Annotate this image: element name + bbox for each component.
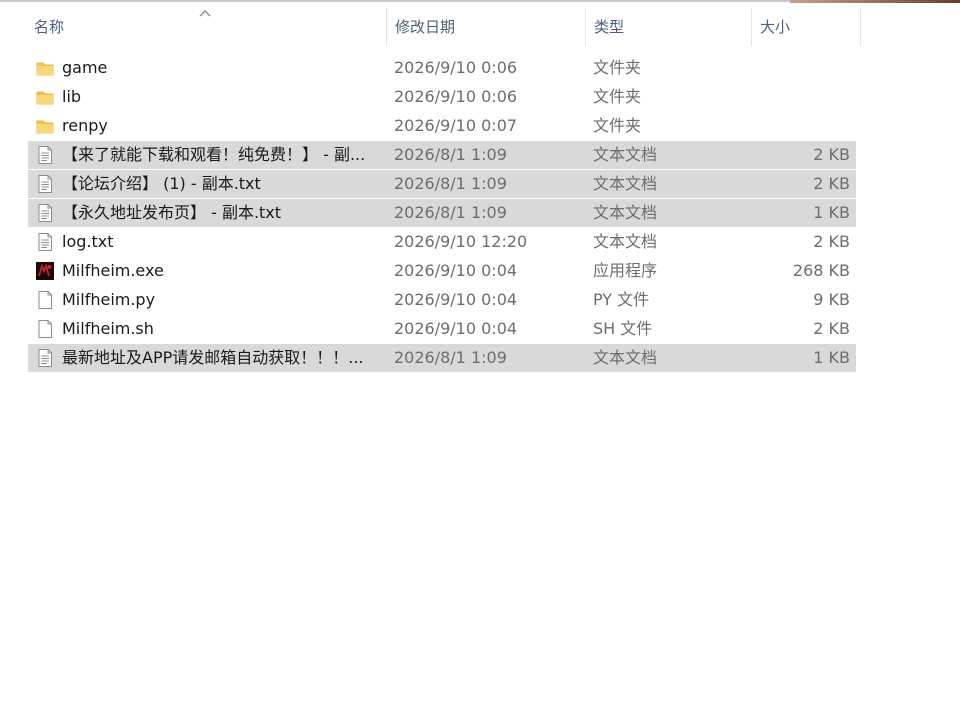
file-explorer-window: 名称 修改日期 类型 大小 game 2026/9/10 0:06 文件夹 lib 20…: [0, 0, 960, 712]
folder-icon: [35, 58, 55, 78]
column-header-date[interactable]: 修改日期: [386, 8, 584, 46]
file-row[interactable]: 【来了就能下载和观看！纯免费！】 - 副... 2026/8/1 1:09 文本文档…: [28, 141, 856, 169]
app-icon: [35, 261, 55, 281]
file-size: 268 KB: [792, 261, 850, 280]
text-file-icon: [35, 145, 55, 165]
file-type: 应用程序: [593, 261, 658, 280]
file-size: 2 KB: [813, 145, 850, 164]
folder-icon: [35, 87, 55, 107]
file-type: 文件夹: [593, 58, 642, 77]
file-name: 【论坛介绍】 (1) - 副本.txt: [62, 174, 261, 193]
file-row[interactable]: Milfheim.py 2026/9/10 0:04 PY 文件 9 KB: [28, 286, 856, 314]
file-type: 文件夹: [593, 116, 642, 135]
file-name: 最新地址及APP请发邮箱自动获取！！！...: [62, 348, 364, 367]
file-type: 文本文档: [593, 232, 658, 251]
folder-icon: [35, 116, 55, 136]
column-header-size[interactable]: 大小: [751, 8, 861, 46]
file-date: 2026/8/1 1:09: [394, 348, 507, 367]
file-type: 文本文档: [593, 348, 658, 367]
file-date: 2026/9/10 0:04: [394, 261, 518, 280]
file-row[interactable]: 最新地址及APP请发邮箱自动获取！！！... 2026/8/1 1:09 文本文档 1…: [28, 344, 856, 372]
file-date: 2026/9/10 0:07: [394, 116, 518, 135]
file-size: 1 KB: [813, 348, 850, 367]
file-type: 文件夹: [593, 87, 642, 106]
file-name: Milfheim.sh: [62, 319, 154, 338]
file-name: 【永久地址发布页】 - 副本.txt: [62, 203, 282, 222]
column-header-name[interactable]: 名称: [26, 8, 384, 46]
file-row[interactable]: 【论坛介绍】 (1) - 副本.txt 2026/8/1 1:09 文本文档 2 KB: [28, 170, 856, 198]
file-date: 2026/8/1 1:09: [394, 203, 507, 222]
file-row[interactable]: game 2026/9/10 0:06 文件夹: [28, 54, 856, 82]
file-date: 2026/9/10 0:04: [394, 319, 518, 338]
text-file-icon: [35, 203, 55, 223]
file-date: 2026/9/10 12:20: [394, 232, 528, 251]
file-date: 2026/9/10 0:06: [394, 87, 518, 106]
file-row[interactable]: log.txt 2026/9/10 12:20 文本文档 2 KB: [28, 228, 856, 256]
column-header-type[interactable]: 类型: [585, 8, 750, 46]
file-name: game: [62, 58, 108, 77]
file-size: 2 KB: [813, 232, 850, 251]
background-app-edge: [790, 0, 960, 3]
blank-file-icon: [35, 290, 55, 310]
file-type: PY 文件: [593, 290, 650, 309]
file-date: 2026/8/1 1:09: [394, 174, 507, 193]
file-name: renpy: [62, 116, 108, 135]
column-header-bar: 名称 修改日期 类型 大小: [0, 8, 862, 46]
file-type: SH 文件: [593, 319, 653, 338]
text-file-icon: [35, 232, 55, 252]
file-row[interactable]: renpy 2026/9/10 0:07 文件夹: [28, 112, 856, 140]
file-row[interactable]: Milfheim.exe 2026/9/10 0:04 应用程序 268 KB: [28, 257, 856, 285]
file-row[interactable]: Milfheim.sh 2026/9/10 0:04 SH 文件 2 KB: [28, 315, 856, 343]
text-file-icon: [35, 174, 55, 194]
file-date: 2026/9/10 0:06: [394, 58, 518, 77]
file-name: 【来了就能下载和观看！纯免费！】 - 副...: [62, 145, 366, 164]
file-date: 2026/9/10 0:04: [394, 290, 518, 309]
file-row[interactable]: lib 2026/9/10 0:06 文件夹: [28, 83, 856, 111]
file-size: 2 KB: [813, 319, 850, 338]
file-date: 2026/8/1 1:09: [394, 145, 507, 164]
file-size: 2 KB: [813, 174, 850, 193]
file-name: Milfheim.exe: [62, 261, 164, 280]
blank-file-icon: [35, 319, 55, 339]
file-row[interactable]: 【永久地址发布页】 - 副本.txt 2026/8/1 1:09 文本文档 1 KB: [28, 199, 856, 227]
file-type: 文本文档: [593, 145, 658, 164]
file-name: lib: [62, 87, 82, 106]
file-type: 文本文档: [593, 174, 658, 193]
file-name: log.txt: [62, 232, 114, 251]
file-type: 文本文档: [593, 203, 658, 222]
file-size: 1 KB: [813, 203, 850, 222]
text-file-icon: [35, 348, 55, 368]
file-size: 9 KB: [813, 290, 850, 309]
file-name: Milfheim.py: [62, 290, 156, 309]
